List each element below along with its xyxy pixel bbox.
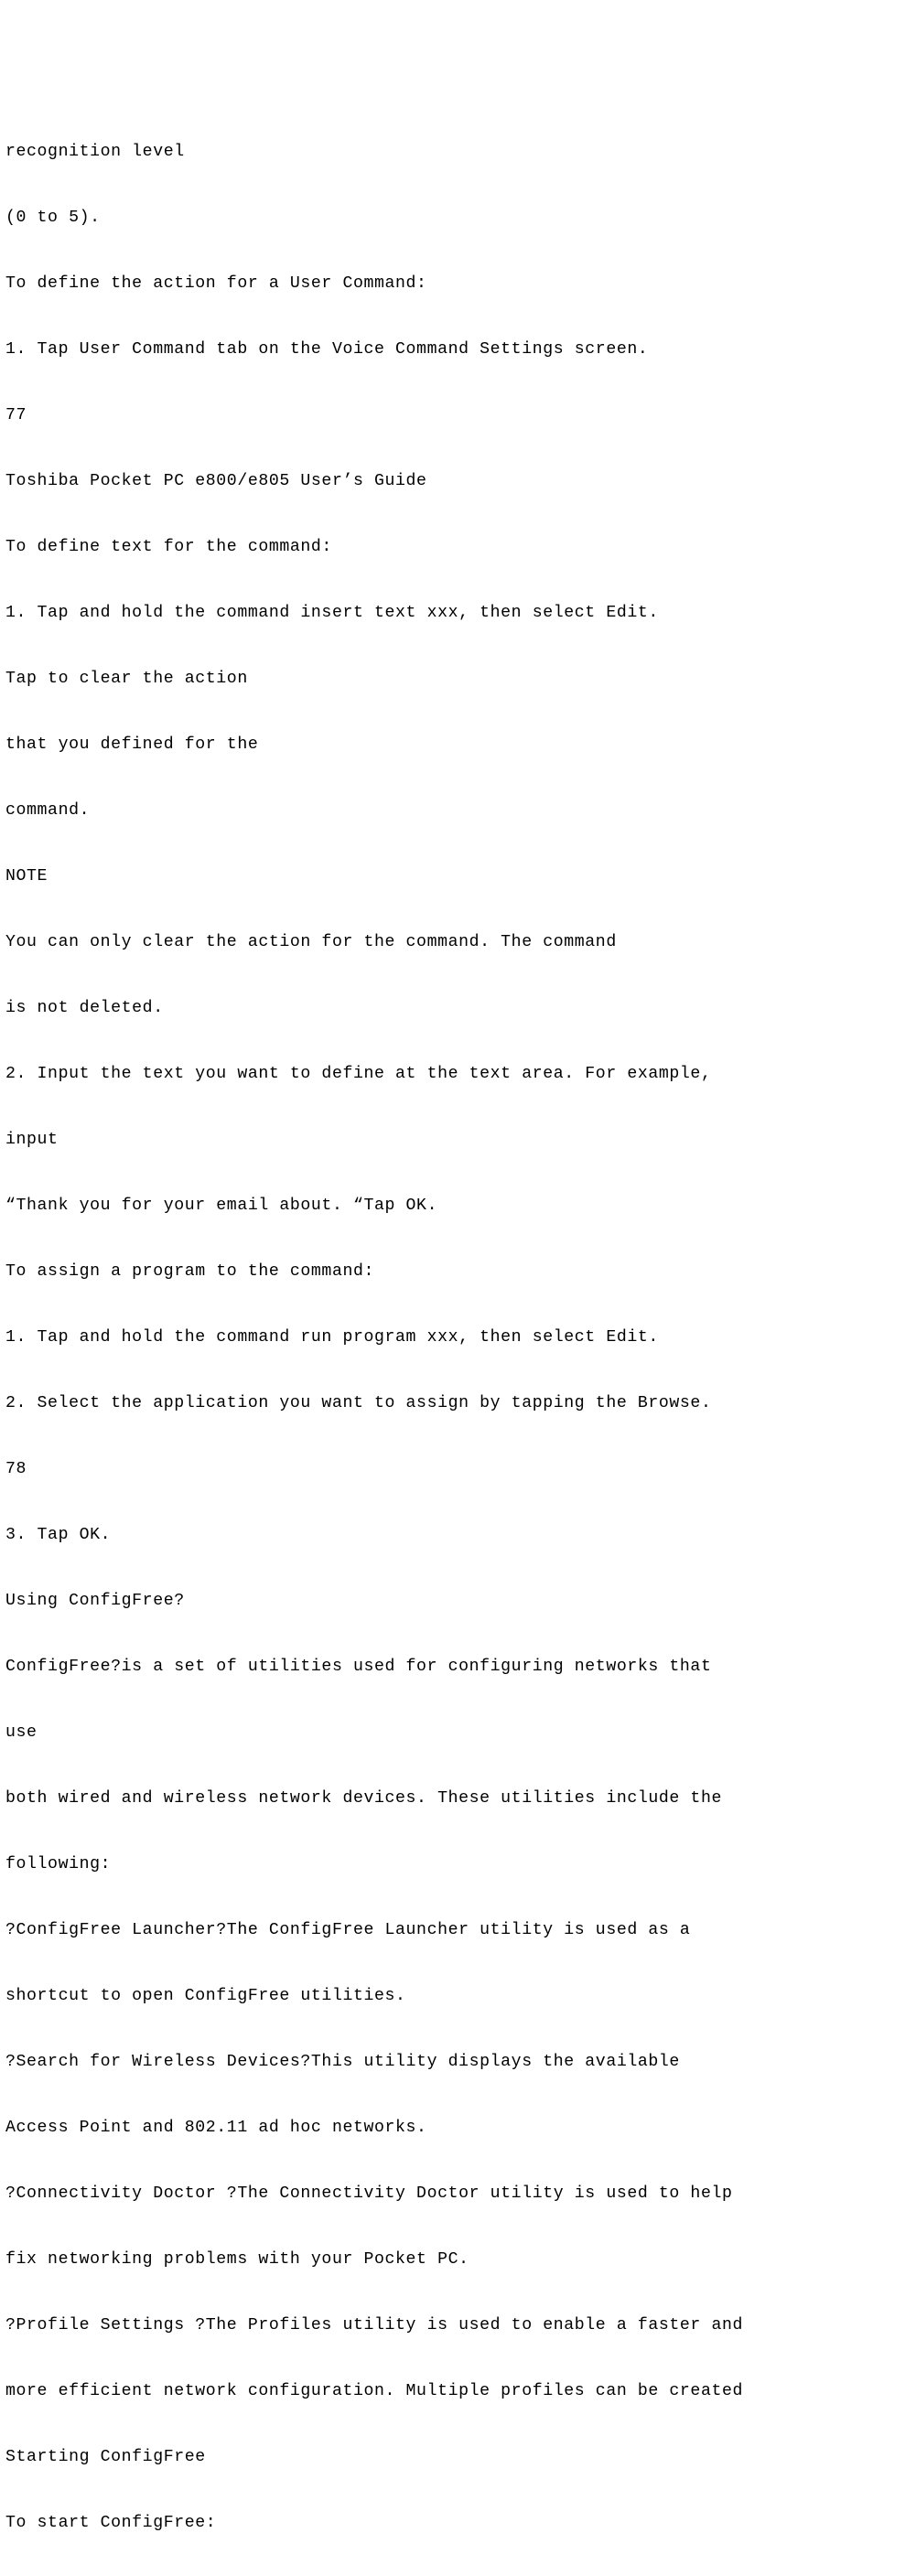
document-line: Using ConfigFree?: [5, 1584, 916, 1617]
document-line: command.: [5, 794, 916, 827]
document-line: 1. Tap and hold the command run program …: [5, 1321, 916, 1354]
document-line: Access Point and 802.11 ad hoc networks.: [5, 2111, 916, 2144]
document-line: 2. Select the application you want to as…: [5, 1387, 916, 1420]
document-line: 77: [5, 399, 916, 432]
document-line: is not deleted.: [5, 992, 916, 1025]
document-line: following:: [5, 1848, 916, 1881]
document-line: more efficient network configuration. Mu…: [5, 2375, 916, 2408]
document-line: 78: [5, 1453, 916, 1486]
document-line: ?ConfigFree Launcher?The ConfigFree Laun…: [5, 1914, 916, 1947]
document-line: ?Profile Settings ?The Profiles utility …: [5, 2309, 916, 2342]
document-line: fix networking problems with your Pocket…: [5, 2243, 916, 2276]
document-line: “Thank you for your email about. “Tap OK…: [5, 1189, 916, 1222]
document-line: To define the action for a User Command:: [5, 267, 916, 300]
document-line: for various network configurations.: [5, 2572, 916, 2576]
document-line: ?Connectivity Doctor ?The Connectivity D…: [5, 2177, 916, 2210]
document-line: To define text for the command:: [5, 531, 916, 564]
document-line: You can only clear the action for the co…: [5, 926, 916, 959]
document-line: that you defined for the: [5, 728, 916, 761]
document-line: 2. Input the text you want to define at …: [5, 1057, 916, 1090]
document-line: recognition level: [5, 135, 916, 168]
document-line: Starting ConfigFree: [5, 2441, 916, 2474]
document-line: ?Search for Wireless Devices?This utilit…: [5, 2045, 916, 2078]
document-line: 1. Tap and hold the command insert text …: [5, 596, 916, 629]
document-line: ConfigFree?is a set of utilities used fo…: [5, 1650, 916, 1683]
document-line: 1. Tap User Command tab on the Voice Com…: [5, 333, 916, 366]
document-line: input: [5, 1123, 916, 1156]
document-line: shortcut to open ConfigFree utilities.: [5, 1980, 916, 2012]
document-line: To assign a program to the command:: [5, 1255, 916, 1288]
document-line: NOTE: [5, 860, 916, 893]
document-line: Toshiba Pocket PC e800/e805 User’s Guide: [5, 465, 916, 498]
document-line: To start ConfigFree:: [5, 2506, 916, 2539]
document-line: use: [5, 1716, 916, 1749]
document-line: (0 to 5).: [5, 201, 916, 234]
document-line: 3. Tap OK.: [5, 1519, 916, 1551]
document-line: both wired and wireless network devices.…: [5, 1782, 916, 1815]
document-line: Tap to clear the action: [5, 662, 916, 695]
